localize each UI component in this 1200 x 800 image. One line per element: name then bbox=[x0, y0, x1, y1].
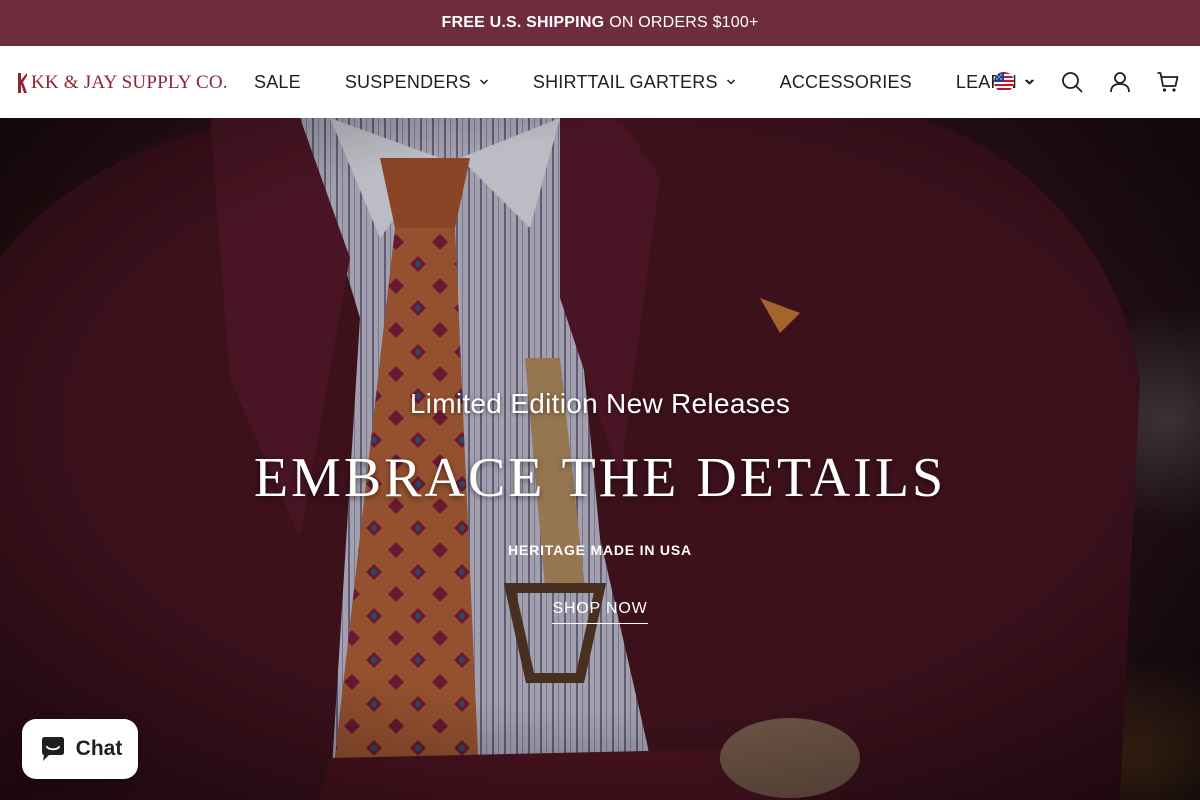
hero-content: Limited Edition New Releases EMBRACE THE… bbox=[0, 388, 1200, 624]
nav-item-shirttail-garters[interactable]: SHIRTTAIL GARTERS bbox=[511, 46, 758, 118]
cart-icon[interactable] bbox=[1156, 70, 1180, 94]
search-icon[interactable] bbox=[1060, 70, 1084, 94]
nav-item-suspenders[interactable]: SUSPENDERS bbox=[323, 46, 511, 118]
chat-label: Chat bbox=[75, 737, 123, 760]
announcement-bold: FREE U.S. SHIPPING bbox=[441, 14, 605, 31]
nav-label: SALE bbox=[254, 71, 301, 92]
nav-label: SUSPENDERS bbox=[344, 71, 471, 92]
hero-banner: Limited Edition New Releases EMBRACE THE… bbox=[0, 118, 1200, 800]
chevron-down-icon bbox=[479, 79, 488, 85]
site-header: KK & JAY SUPPLY CO. SALE SUSPENDERS SHIR… bbox=[0, 46, 1200, 118]
announcement-text: ON ORDERS $100+ bbox=[609, 14, 759, 31]
main-nav: SALE SUSPENDERS SHIRTTAIL GARTERS ACCESS… bbox=[232, 46, 1057, 118]
chat-widget-button[interactable]: Chat bbox=[22, 719, 138, 779]
locale-selector[interactable] bbox=[994, 72, 1034, 92]
nav-item-accessories[interactable]: ACCESSORIES bbox=[758, 46, 934, 118]
announcement-bar: FREE U.S. SHIPPING ON ORDERS $100+ bbox=[0, 0, 1200, 46]
chat-bubble-icon bbox=[41, 737, 64, 761]
brand-mark-icon bbox=[18, 73, 27, 93]
chevron-down-icon bbox=[1024, 79, 1034, 85]
nav-label: SHIRTTAIL GARTERS bbox=[532, 71, 718, 92]
us-flag-icon bbox=[994, 72, 1014, 92]
hero-eyebrow: Limited Edition New Releases bbox=[409, 388, 791, 419]
logo-text: KK & JAY SUPPLY CO. bbox=[31, 72, 228, 93]
nav-label: ACCESSORIES bbox=[779, 71, 912, 92]
header-actions bbox=[994, 46, 1200, 118]
hero-headline: EMBRACE THE DETAILS bbox=[253, 447, 947, 509]
site-logo[interactable]: KK & JAY SUPPLY CO. bbox=[16, 70, 228, 96]
account-icon[interactable] bbox=[1108, 70, 1132, 94]
chevron-down-icon bbox=[726, 79, 735, 85]
shop-now-link[interactable]: SHOP NOW bbox=[552, 600, 648, 624]
hero-subheadline: HERITAGE MADE IN USA bbox=[508, 542, 692, 558]
nav-item-sale[interactable]: SALE bbox=[232, 46, 323, 118]
